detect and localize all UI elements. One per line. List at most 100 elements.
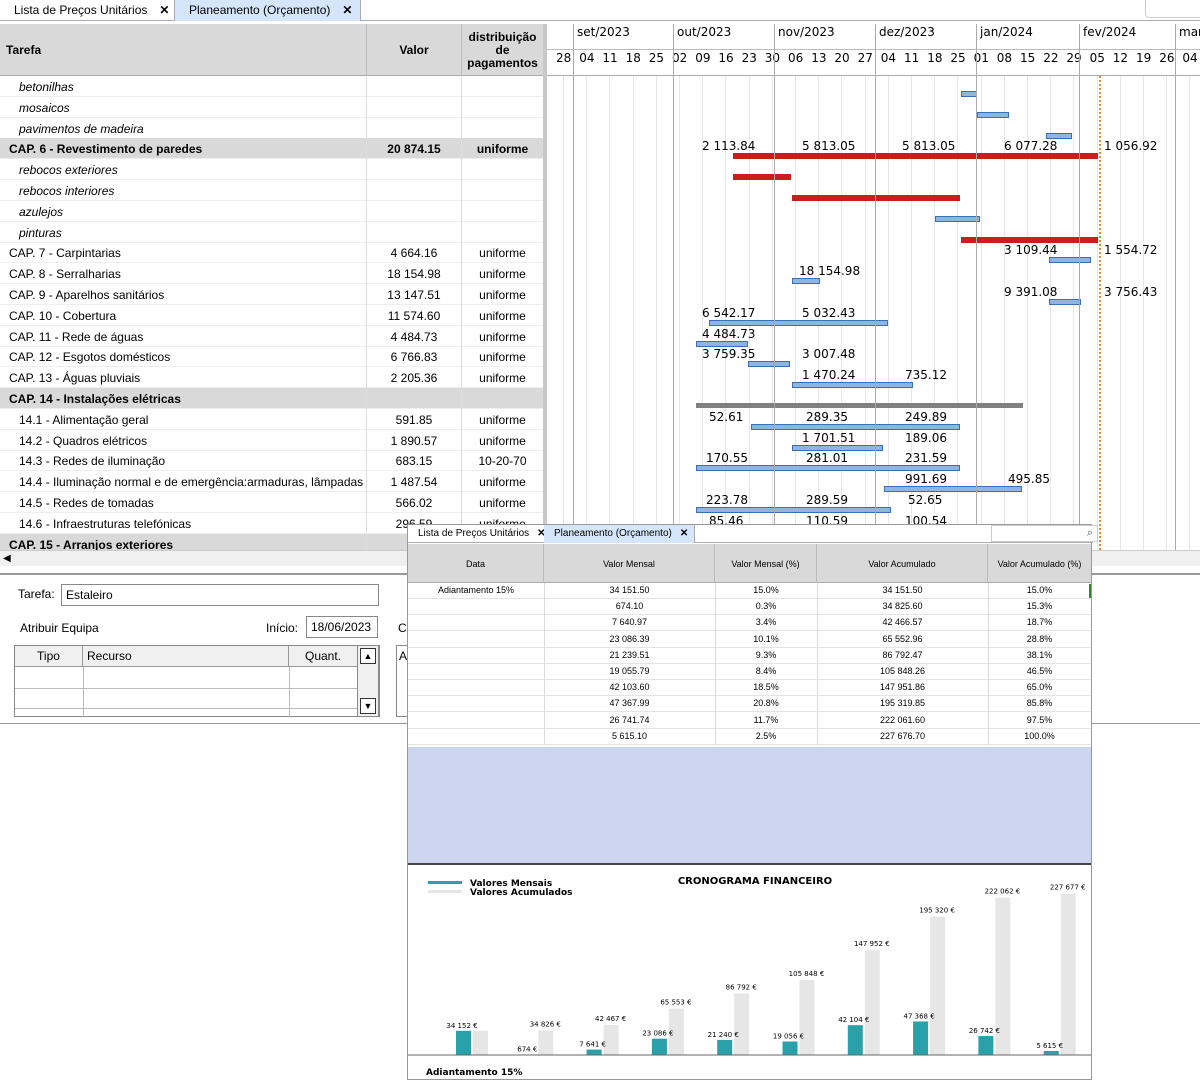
table-row[interactable]: 14.1 - Alimentação geral 591.85 uniforme [0,408,543,430]
scroll-up-icon[interactable]: ▲ [360,648,376,664]
gantt-bar[interactable] [751,423,960,430]
table-row[interactable]: CAP. 13 - Águas pluviais 2 205.36 uniforme [0,367,543,389]
close-icon[interactable]: ✕ [159,3,169,17]
gantt-bar[interactable] [696,340,748,347]
gantt-bar[interactable] [696,465,960,472]
monthly-data-label: 23 086 € [642,1030,673,1038]
table-row[interactable]: CAP. 11 - Rede de águas 4 484.73 uniforme [0,325,543,347]
task-value: 4 484.73 [367,325,462,347]
start-date-field[interactable]: 18/06/2023 [306,616,378,638]
vertical-scrollbar[interactable]: ▲ ▼ [357,645,379,717]
table-row[interactable]: rebocos exteriores [0,159,543,181]
monthly-data-label: 47 368 € [904,1012,935,1020]
week-gridline [1096,76,1098,550]
task-distribution: uniforme [479,267,526,282]
tab-label: Lista de Preços Unitários [418,528,530,539]
search-input[interactable] [1145,0,1200,18]
cell-monthly-pct: 9.3% [755,649,777,660]
column-header-value[interactable]: Valor [367,24,462,76]
table-row[interactable]: 14.4 - Iluminação normal e de emergência… [0,471,543,493]
gantt-bar[interactable] [696,507,891,513]
table-row[interactable]: CAP. 6 - Revestimento de paredes 20 874.1… [0,138,543,160]
task-value: 4 664.16 [367,242,462,264]
gantt-bar[interactable] [792,382,913,389]
task-distribution [462,159,543,180]
gantt-bar[interactable] [1046,132,1072,139]
table-row[interactable]: CAP. 9 - Aparelhos sanitários 13 147.51 un… [0,284,543,305]
search-input[interactable]: ⌕ [991,525,1098,542]
column-header-date[interactable]: Data [408,544,544,583]
gantt-bar[interactable] [733,174,791,181]
task-distribution [462,118,543,139]
task-field[interactable]: Estaleiro [61,584,379,606]
gantt-value-label: 281.01 [806,451,848,466]
monthly-data-label: 674 € [517,1046,537,1054]
task-distribution: uniforme [479,371,526,386]
gantt-value-label: 18 154.98 [799,264,861,279]
cell-cumulative-pct: 65.0% [1026,682,1053,693]
gantt-value-label: 5 032.43 [802,305,856,320]
tab-planning[interactable]: Planeamento (Orçamento) ✕ [544,525,696,543]
cell-monthly-pct: 15.0% [753,585,779,595]
gantt-bar[interactable] [1049,299,1081,305]
task-distribution: uniforme [479,246,526,261]
close-icon[interactable]: ✕ [680,528,688,539]
gantt-bar[interactable] [792,195,960,201]
gantt-bar[interactable] [935,215,980,222]
gantt-bar[interactable] [733,153,1098,160]
gantt-bar[interactable] [792,444,883,451]
search-icon[interactable]: ⌕ [1087,527,1093,540]
task-value: 1 890.57 [367,429,462,451]
column-header-distribution[interactable]: distribuição de pagamentos [462,24,543,76]
tab-price-list[interactable]: Lista de Preços Unitários ✕ [408,525,553,543]
gantt-bar[interactable] [709,319,888,326]
gantt-bar[interactable] [961,91,977,97]
cell-cumulative: 34 151.50 [882,585,923,595]
monthly-data-label: 5 615 € [1036,1042,1063,1050]
table-row[interactable]: CAP. 8 - Serralharias 18 154.98 uniforme [0,263,543,285]
gantt-bar[interactable] [696,403,1023,408]
table-row[interactable]: rebocos interiores [0,180,543,201]
table-row[interactable]: betonilhas [0,76,543,97]
table-row[interactable]: pinturas [0,221,543,243]
table-row[interactable]: mosaicos [0,96,543,118]
task-distribution: uniforme [479,433,526,448]
table-row[interactable]: CAP. 14 - Instalações elétricas [0,388,543,409]
table-row[interactable]: pavimentos de madeira [0,117,543,139]
cell-cumulative-pct: 100.0% [1024,730,1055,741]
scroll-left-icon[interactable]: ◀ [3,553,11,564]
month-gridline [875,24,876,550]
gantt-bar[interactable] [1049,257,1091,264]
scroll-down-icon[interactable]: ▼ [360,698,376,714]
column-header-monthly[interactable]: Valor Mensal [544,544,715,583]
gantt-value-label: 52.65 [908,493,943,507]
gantt-value-label: 3 007.48 [802,347,856,362]
column-header-type[interactable]: Tipo [15,646,83,667]
column-header-monthly-pct[interactable]: Valor Mensal (%) [715,544,817,583]
monthly-data-label: 21 240 € [708,1031,739,1039]
gantt-bar[interactable] [748,361,790,368]
table-row[interactable]: 14.3 - Redes de iluminação 683.15 10-20-70 [0,450,543,472]
gantt-bar[interactable] [961,236,1098,243]
gantt-chart: set/2023 out/2023 nov/2023 dez/2023 jan/2024… [547,24,1200,550]
table-row[interactable]: CAP. 10 - Cobertura 11 574.60 uniforme [0,304,543,326]
gantt-bar[interactable] [884,486,1022,493]
gantt-value-label: 9 391.08 [1004,285,1058,299]
table-row[interactable]: azulejos [0,200,543,222]
gantt-bar[interactable] [792,278,820,285]
tab-price-list[interactable]: Lista de Preços Unitários ✕ [0,0,179,21]
column-header-resource[interactable]: Recurso [83,646,289,667]
table-row[interactable]: CAP. 12 - Esgotos domésticos 6 766.83 unif… [0,346,543,368]
table-row[interactable]: 14.2 - Quadros elétricos 1 890.57 uniforme [0,429,543,451]
close-icon[interactable]: ✕ [342,3,352,17]
tab-planning[interactable]: Planeamento (Orçamento) ✕ [174,0,362,21]
table-row[interactable]: 14.5 - Redes de tomadas 566.02 uniforme [0,492,543,513]
column-divider [817,583,818,745]
column-header-quantity[interactable]: Quant. [289,646,358,667]
column-header-cumulative[interactable]: Valor Acumulado [817,544,988,583]
column-header-task[interactable]: Tarefa [0,24,367,76]
cell-monthly: 674.10 [615,601,644,612]
gantt-bar[interactable] [977,111,1009,118]
column-header-cumulative-pct[interactable]: Valor Acumulado (%) [988,544,1091,583]
table-row[interactable]: CAP. 7 - Carpintarias 4 664.16 uniforme [0,242,543,264]
